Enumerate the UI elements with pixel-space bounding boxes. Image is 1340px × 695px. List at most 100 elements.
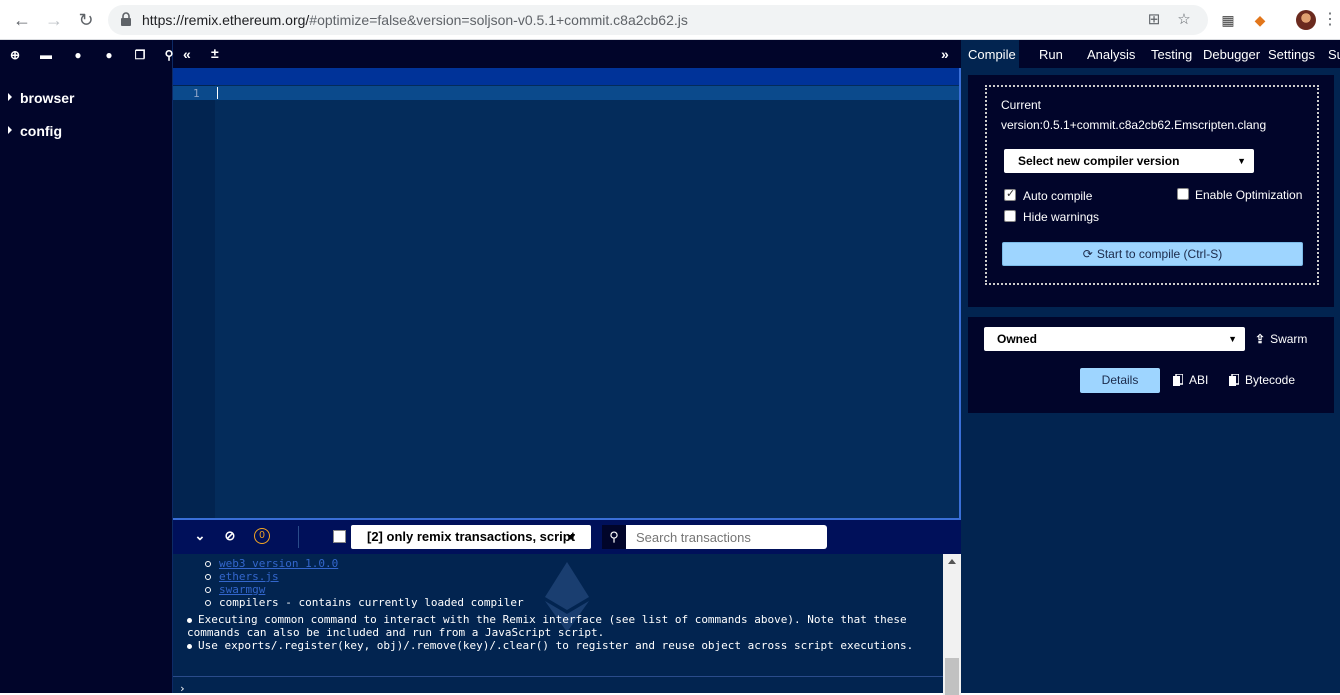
web3-link[interactable]: web3 version 1.0.0 xyxy=(219,557,338,570)
enable-optimization-checkbox[interactable] xyxy=(1177,188,1189,200)
bullet-icon xyxy=(205,561,211,567)
file-toolbar: ⊕ ▬ ● ● ❐ ⚲ xyxy=(0,40,173,70)
terminal-panel: ⌄ ⊘ 0 [2] only remix transactions, scrip… xyxy=(173,518,961,695)
copy-to-instance-icon[interactable]: ❐ xyxy=(131,46,149,64)
toolbar-separator xyxy=(298,526,299,548)
terminal-output: web3 version 1.0.0 ethers.js swarmgw com… xyxy=(173,554,943,693)
filter-label: [2] only remix transactions, script xyxy=(367,529,576,544)
pending-transactions-badge[interactable]: 0 xyxy=(254,528,270,544)
tree-item-label: browser xyxy=(20,90,75,106)
bullet-icon xyxy=(187,643,192,649)
list-item: compilers - contains currently loaded co… xyxy=(205,596,524,609)
translate-icon[interactable]: ⊞ xyxy=(1144,10,1164,30)
compile-card: Current version:0.5.1+commit.c8a2cb62.Em… xyxy=(968,75,1334,307)
copy-icon xyxy=(1229,374,1239,386)
tab-run[interactable]: Run xyxy=(1039,40,1063,68)
chevron-down-icon xyxy=(567,535,575,540)
collapse-left-icon[interactable]: « xyxy=(183,46,191,62)
minimize-terminal-icon[interactable]: ⌄ xyxy=(192,528,208,544)
list-item[interactable]: ethers.js xyxy=(205,570,279,583)
terminal-divider xyxy=(173,676,943,677)
url-text: https://remix.ethereum.org/#optimize=fal… xyxy=(142,12,688,28)
search-transactions-input[interactable] xyxy=(626,525,827,549)
upload-icon: ⇪ xyxy=(1255,332,1266,346)
back-arrow-icon[interactable]: ← xyxy=(10,8,34,32)
scrollbar-thumb[interactable] xyxy=(945,658,959,695)
list-item: Executing common command to interact wit… xyxy=(187,613,937,639)
caret-right-icon xyxy=(8,93,12,102)
bullet-icon xyxy=(205,600,211,606)
clear-console-icon[interactable]: ⊘ xyxy=(222,528,238,544)
tree-item-config[interactable]: config xyxy=(8,123,62,139)
terminal-prompt-icon[interactable]: › xyxy=(179,682,186,695)
hide-warnings-checkbox[interactable] xyxy=(1004,210,1016,222)
tab-settings[interactable]: Settings xyxy=(1268,40,1315,68)
tab-debugger[interactable]: Debugger xyxy=(1203,40,1260,68)
profile-avatar[interactable] xyxy=(1296,10,1316,30)
github-publish-icon[interactable]: ● xyxy=(69,46,87,64)
browser-chrome: ← → ↻ https://remix.ethereum.org/#optimi… xyxy=(0,0,1340,40)
copy-bytecode-button[interactable]: Bytecode xyxy=(1229,373,1295,387)
list-item[interactable]: web3 version 1.0.0 xyxy=(205,557,338,570)
editor-gutter xyxy=(173,85,215,518)
help-text: Executing common command to interact wit… xyxy=(187,613,907,639)
editor-header-strip xyxy=(173,68,961,85)
listen-network-checkbox[interactable] xyxy=(333,530,346,543)
compiler-version-select[interactable]: Select new compiler version ▼ xyxy=(1004,149,1254,173)
abi-label: ABI xyxy=(1189,373,1209,387)
code-area[interactable] xyxy=(215,85,961,518)
list-item: Use exports/.register(key, obj)/.remove(… xyxy=(187,639,937,652)
create-file-icon[interactable]: ⊕ xyxy=(6,46,24,64)
tab-compile[interactable]: Compile xyxy=(961,40,1019,68)
tree-item-browser[interactable]: browser xyxy=(8,90,74,106)
chevron-down-icon: ▼ xyxy=(1228,334,1237,344)
ethers-link[interactable]: ethers.js xyxy=(219,570,279,583)
select-label: Select new compiler version xyxy=(1018,154,1180,168)
swarm-publish-button[interactable]: ⇪ Swarm xyxy=(1255,332,1307,346)
increase-font-icon[interactable]: ± xyxy=(211,45,219,61)
qr-code-icon[interactable]: ▦ xyxy=(1218,10,1238,30)
copy-abi-button[interactable]: ABI xyxy=(1173,373,1208,387)
collapse-right-icon[interactable]: » xyxy=(941,46,949,62)
tab-support[interactable]: Su xyxy=(1328,40,1340,68)
open-folder-icon[interactable]: ▬ xyxy=(37,46,55,64)
current-label: Current xyxy=(1001,98,1042,112)
enable-optimization-label: Enable Optimization xyxy=(1195,188,1303,202)
swarmgw-link[interactable]: swarmgw xyxy=(219,583,265,596)
tab-testing[interactable]: Testing xyxy=(1151,40,1192,68)
details-button[interactable]: Details xyxy=(1080,368,1160,393)
metamask-fox-icon[interactable]: ◆ xyxy=(1250,10,1270,30)
forward-arrow-icon[interactable]: → xyxy=(42,8,66,32)
star-icon[interactable]: ☆ xyxy=(1174,10,1194,30)
bullet-icon xyxy=(205,574,211,580)
address-bar[interactable]: https://remix.ethereum.org/#optimize=fal… xyxy=(108,5,1208,35)
bytecode-label: Bytecode xyxy=(1245,373,1296,387)
browser-menu-icon[interactable]: ⋮ xyxy=(1322,8,1338,32)
swarm-label: Swarm xyxy=(1270,332,1308,346)
tab-analysis[interactable]: Analysis xyxy=(1087,40,1135,68)
help-text: Use exports/.register(key, obj)/.remove(… xyxy=(198,639,914,652)
bullet-icon xyxy=(187,617,192,623)
text-cursor xyxy=(217,87,218,99)
editor-tab-bar: « ± » xyxy=(173,40,961,68)
scroll-up-icon[interactable] xyxy=(948,559,956,564)
active-line-highlight xyxy=(173,86,961,100)
compiler-container: Current version:0.5.1+commit.c8a2cb62.Em… xyxy=(985,85,1319,285)
start-compile-button[interactable]: ⟳ Start to compile (Ctrl-S) xyxy=(1002,242,1303,266)
contract-card: Owned ▼ ⇪ Swarm Details ABI Bytecode xyxy=(968,317,1334,413)
auto-compile-checkbox[interactable] xyxy=(1004,187,1016,201)
github-gist-icon[interactable]: ● xyxy=(100,46,118,64)
contract-select[interactable]: Owned ▼ xyxy=(984,327,1245,351)
search-icon[interactable]: ⚲ xyxy=(602,525,626,549)
list-item[interactable]: swarmgw xyxy=(205,583,265,596)
chevron-down-icon: ▼ xyxy=(1237,156,1246,166)
reload-icon[interactable]: ↻ xyxy=(74,8,98,32)
right-panel: Compile Run Analysis Testing Debugger Se… xyxy=(961,40,1340,693)
bullet-icon xyxy=(205,587,211,593)
right-panel-tabs: Compile Run Analysis Testing Debugger Se… xyxy=(961,40,1340,68)
terminal-toolbar: ⌄ ⊘ 0 [2] only remix transactions, scrip… xyxy=(173,520,961,554)
compiler-version-text: version:0.5.1+commit.c8a2cb62.Emscripten… xyxy=(1001,118,1267,132)
terminal-scrollbar[interactable] xyxy=(943,554,961,695)
auto-compile-label: Auto compile xyxy=(1023,189,1093,203)
transaction-filter-select[interactable]: [2] only remix transactions, script xyxy=(351,525,591,549)
